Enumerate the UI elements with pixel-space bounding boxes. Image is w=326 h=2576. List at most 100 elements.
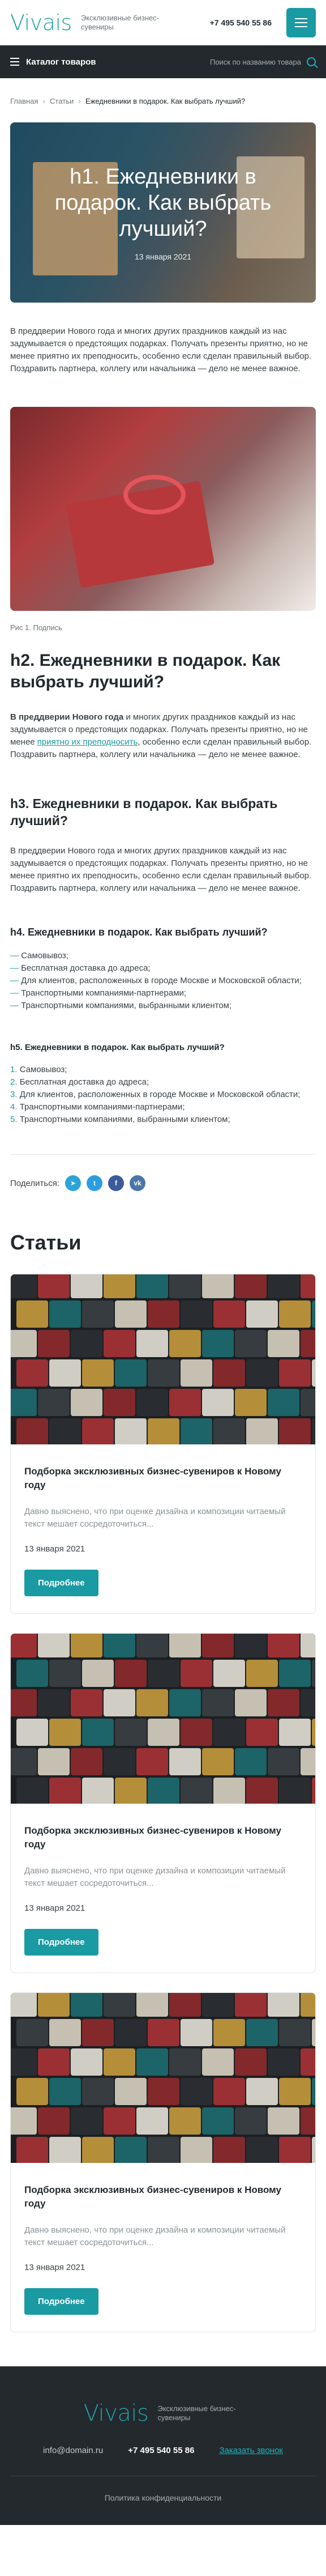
callback-link[interactable]: Заказать звонок (219, 2446, 282, 2455)
facebook-icon[interactable]: f (108, 1175, 124, 1191)
product-tile (38, 1689, 70, 1716)
product-tile (49, 2019, 81, 2046)
list-item-text: Транспортными компаниями-партнерами; (21, 988, 187, 998)
card-image[interactable] (11, 1274, 315, 1444)
inline-link[interactable]: приятно их преподносить (37, 737, 138, 747)
product-tile (181, 1418, 212, 1444)
card-image[interactable] (11, 1634, 315, 1804)
product-tile (16, 2019, 48, 2046)
more-button[interactable]: Подробнее (24, 2288, 98, 2315)
product-tile (268, 1689, 299, 1716)
product-tile (169, 1689, 201, 1716)
product-tile (202, 2048, 234, 2076)
card-image[interactable] (11, 1993, 315, 2163)
product-tile (115, 2078, 147, 2105)
footer-logo[interactable]: Vivais (84, 2400, 149, 2426)
product-tile (82, 2078, 114, 2105)
breadcrumb-item-articles[interactable]: Статьи (50, 97, 74, 105)
product-tile (71, 1330, 102, 1357)
product-tile (312, 1660, 315, 1687)
more-button[interactable]: Подробнее (24, 1929, 98, 1956)
telegram-icon[interactable]: ➤ (65, 1175, 81, 1191)
product-tile (148, 2078, 179, 2105)
product-tile (312, 1778, 315, 1804)
product-tile (115, 2137, 147, 2163)
product-tile (148, 1300, 179, 1328)
product-tile (301, 1689, 315, 1716)
product-tile (148, 2019, 179, 2046)
product-tile (312, 1300, 315, 1328)
heading-h3: h3. Ежедневники в подарок. Как выбрать л… (10, 796, 278, 828)
more-button[interactable]: Подробнее (24, 1570, 98, 1596)
product-tile (312, 2078, 315, 2105)
list-item-text: Самовывоз; (19, 1065, 67, 1074)
footer-email-link[interactable]: info@domain.ru (43, 2446, 103, 2455)
product-tile (169, 1748, 201, 1775)
search-input[interactable]: Поиск по названию товара (210, 58, 301, 66)
product-tile (71, 2107, 102, 2135)
twitter-icon[interactable]: t (87, 1175, 102, 1191)
product-tile (71, 1634, 102, 1657)
list-item-text: Бесплатная доставка до адреса; (21, 963, 151, 973)
list-item-text: Самовывоз; (21, 951, 68, 960)
number-mark: 3. (10, 1090, 20, 1099)
search-field[interactable]: Поиск по названию товара (210, 57, 316, 66)
logo-tagline: Эксклюзивные бизнес-сувениры (80, 14, 160, 31)
article-card: Подборка эксклюзивных бизнес-сувениров к… (10, 1633, 316, 1973)
product-tile (279, 1418, 311, 1444)
product-tile (169, 1993, 201, 2017)
heading-h4: h4. Ежедневники в подарок. Как выбрать л… (10, 926, 268, 938)
product-tile (213, 1719, 245, 1746)
list-item-text: Для клиентов, расположенных в городе Мос… (21, 976, 302, 985)
search-icon[interactable] (307, 57, 316, 66)
vk-icon[interactable]: vk (130, 1175, 145, 1191)
product-tile (213, 1359, 245, 1387)
product-tile (148, 1359, 179, 1387)
product-tile (136, 1330, 168, 1357)
product-tile (312, 1719, 315, 1746)
product-tile (268, 2048, 299, 2076)
catalog-menu-icon[interactable] (10, 58, 19, 66)
bullet-mark: — (10, 976, 22, 985)
product-tile (104, 1689, 135, 1716)
list-item-text: Бесплатная доставка до адреса; (19, 1077, 149, 1087)
product-tile (181, 2078, 212, 2105)
product-tile (136, 1274, 168, 1298)
product-tile (246, 1778, 278, 1804)
product-tile (71, 1274, 102, 1298)
product-tile (104, 1389, 135, 1416)
product-tile (148, 2137, 179, 2163)
product-tile (301, 1389, 315, 1416)
list-item: — Транспортными компаниями, выбранными к… (10, 1000, 316, 1012)
product-tile (202, 1748, 234, 1775)
breadcrumb-item-home[interactable]: Главная (10, 97, 38, 105)
footer-phone-link[interactable]: +7 495 540 55 86 (128, 2446, 194, 2455)
product-tile (136, 1389, 168, 1416)
product-tile (16, 1660, 48, 1687)
list-item-text: Для клиентов, расположенных в городе Мос… (19, 1090, 301, 1099)
product-tile (11, 1389, 37, 1416)
footer-logo-tagline: Эксклюзивные бизнес-сувениры (157, 2404, 236, 2422)
product-tile (49, 1660, 81, 1687)
product-tile (38, 1634, 70, 1657)
card-excerpt: Давно выяснено, что при оценке дизайна и… (24, 1507, 286, 1529)
card-title[interactable]: Подборка эксклюзивных бизнес-сувениров к… (24, 1824, 302, 1851)
catalog-link[interactable]: Каталог товаров (26, 57, 96, 67)
card-title[interactable]: Подборка эксклюзивных бизнес-сувениров к… (24, 2183, 302, 2211)
product-tile (312, 1418, 315, 1444)
articles-section-title: Статьи (10, 1231, 82, 1254)
header-phone-link[interactable]: +7 495 540 55 86 (210, 18, 272, 27)
chevron-right-icon: › (42, 96, 46, 105)
product-tile (301, 2048, 315, 2076)
privacy-policy-link[interactable]: Политика конфиденциальности (10, 2493, 316, 2502)
product-tile (16, 1359, 48, 1387)
product-tile (246, 1359, 278, 1387)
product-tile (49, 1719, 81, 1746)
product-tile (38, 1993, 70, 2017)
product-tile (279, 1300, 311, 1328)
menu-button[interactable] (286, 8, 316, 37)
list-item: — Для клиентов, расположенных в городе М… (10, 975, 316, 987)
card-title[interactable]: Подборка эксклюзивных бизнес-сувениров к… (24, 1465, 302, 1492)
logo[interactable]: Vivais (10, 10, 72, 35)
footer: Vivais Эксклюзивные бизнес-сувениры info… (0, 2366, 326, 2525)
